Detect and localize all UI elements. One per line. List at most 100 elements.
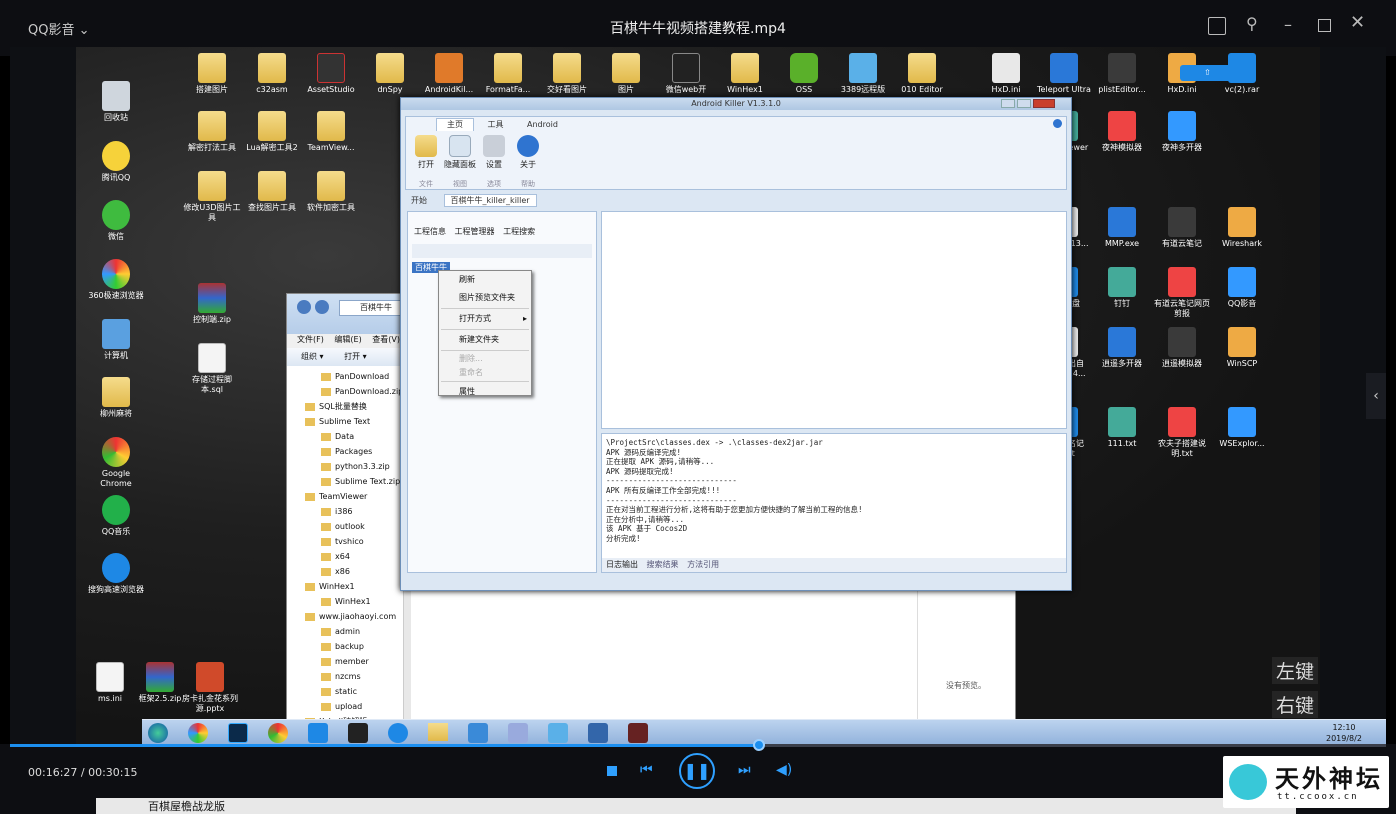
desktop-icon[interactable]: 111.txt [1092,407,1152,449]
pin-icon[interactable]: ⚲ [1246,14,1258,33]
tree-item[interactable]: PanDownload.zip [305,384,403,399]
progress-knob[interactable] [752,739,765,751]
desktop-icon[interactable]: 3389远程版 [833,53,893,95]
desktop-icon[interactable]: OSS [774,53,834,95]
forward-icon[interactable] [315,300,329,314]
taskbar-explorer-icon[interactable] [428,723,448,743]
tab-project-info[interactable]: 工程信息 [414,227,446,236]
log-panel[interactable]: \ProjectSrc\classes.dex -> .\classes-dex… [601,433,1067,573]
desktop-icon[interactable]: WSExplor... [1212,407,1272,449]
tree-item[interactable]: outlook [305,519,403,534]
desktop-icon[interactable]: Lua解密工具2 [242,111,302,153]
taskbar-app-icon[interactable] [508,723,528,743]
ribbon-help-icon[interactable] [1053,119,1062,128]
tab-project-search[interactable]: 工程搜索 [503,227,535,236]
tree-item[interactable]: x86 [305,564,403,579]
tree-item[interactable]: tvshico [305,534,403,549]
desktop-icon[interactable]: 软件加密工具 [301,171,361,213]
tab-start[interactable]: 开始 [411,196,427,205]
desktop-icon[interactable]: TeamView... [301,111,361,153]
previous-icon[interactable]: ⏮ [640,762,653,778]
tree-item[interactable]: i386 [305,504,403,519]
back-icon[interactable] [297,300,311,314]
taskbar-photoshop-icon[interactable] [228,723,248,743]
desktop-icon[interactable]: Google Chrome [86,437,146,489]
settings-button[interactable]: 设置 [478,135,510,170]
side-panel-toggle[interactable]: ‹ [1366,373,1386,419]
menu-edit[interactable]: 编辑(E) [334,335,361,344]
desktop-icon[interactable]: 逍遥模拟器 [1152,327,1212,369]
tree-item[interactable]: www.jiaohaoyi.com [305,609,403,624]
tab-search-results[interactable]: 搜索结果 [647,560,679,569]
desktop-icon[interactable]: c32asm [242,53,302,95]
desktop-icon[interactable]: 搭建图片 [182,53,242,95]
desktop-icon[interactable]: 有道云笔记网页剪报 [1152,267,1212,319]
open-button[interactable]: 打开 ▾ [344,352,367,361]
tree-item[interactable]: x64 [305,549,403,564]
desktop-icon[interactable]: AssetStudio [301,53,361,95]
desktop-icon[interactable]: 微信 [86,200,146,242]
tree-item[interactable]: member [305,654,403,669]
tree-item[interactable]: backup [305,639,403,654]
taskbar-youdao-icon[interactable] [308,723,328,743]
tree-item[interactable]: Sublime Text.zip [305,474,403,489]
hide-panel-button[interactable]: 隐藏面板 [444,135,476,170]
taskbar-game-icon[interactable] [628,723,648,743]
desktop-icon[interactable]: FormatFa... [478,53,538,95]
tree-item[interactable]: SQL批量替换 [305,399,403,414]
desktop-icon[interactable]: 计算机 [86,319,146,361]
taskbar-remote-icon[interactable] [548,723,568,743]
tab-android[interactable]: Android [517,119,568,131]
desktop-icon[interactable]: 逍遥多开器 [1092,327,1152,369]
desktop-icon[interactable]: plistEditor... [1092,53,1152,95]
tree-item[interactable]: Data [305,429,403,444]
ak-maximize-icon[interactable] [1017,99,1031,108]
desktop-icon[interactable]: dnSpy [360,53,420,95]
desktop-icon[interactable]: 房卡扎金花系列源.pptx [180,662,240,714]
organize-button[interactable]: 组织 ▾ [301,352,324,361]
start-button[interactable] [148,723,168,743]
desktop-icon[interactable]: WinHex1 [715,53,775,95]
desktop-icon[interactable]: 存储过程脚本.sql [182,343,242,395]
desktop-icon[interactable]: 有道云笔记 [1152,207,1212,249]
desktop-icon[interactable]: 控制端.zip [182,283,242,325]
tree-item[interactable]: Packages [305,444,403,459]
tab-home[interactable]: 主页 [436,118,474,131]
desktop-icon[interactable]: 010 Editor [892,53,952,95]
taskbar-360-icon[interactable] [188,723,208,743]
ak-close-icon[interactable] [1033,99,1055,108]
tree-item[interactable]: admin [305,624,403,639]
pause-icon[interactable]: ❚❚ [679,753,715,789]
tree-item[interactable]: TeamViewer [305,489,403,504]
folder-tree[interactable]: PanDownload PanDownload.zip SQL批量替换 Sublime… [305,369,403,744]
mini-mode-icon[interactable] [1208,17,1226,35]
desktop-icon[interactable]: Wireshark [1212,207,1272,249]
menu-file[interactable]: 文件(F) [297,335,324,344]
taskbar-nox-icon[interactable] [348,723,368,743]
desktop-icon[interactable]: Teleport Ultra [1034,53,1094,95]
tree-item[interactable]: upload [305,699,403,714]
taskbar-network-icon[interactable] [588,723,608,743]
cloud-upload-badge[interactable]: ⇧ [1180,65,1252,81]
tree-item[interactable]: WinHex1 [305,579,403,594]
desktop-icon[interactable]: WinSCP [1212,327,1272,369]
desktop-icon[interactable]: 腾讯QQ [86,141,146,183]
desktop-icon[interactable]: 柳州麻将 [86,377,146,419]
open-ribbon-button[interactable]: 打开 [410,135,442,170]
menu-new-folder[interactable]: 新建文件夹 [439,331,531,349]
desktop-icon[interactable]: 钉钉 [1092,267,1152,309]
desktop-icon[interactable]: 查找图片工具 [242,171,302,213]
menu-open-with[interactable]: 打开方式 ▸ [439,310,531,328]
desktop-icon[interactable]: 回收站 [86,81,146,123]
taskbar-baidu-icon[interactable] [468,723,488,743]
minimize-icon[interactable]: – [1284,15,1292,34]
desktop-icon[interactable]: QQ影音 [1212,267,1272,309]
context-menu[interactable]: 刷新 图片预览文件夹 打开方式 ▸ 新建文件夹 删除... 重命名 属性 [438,270,532,396]
desktop-icon[interactable]: 图片 [596,53,656,95]
tree-item[interactable]: nzcms [305,669,403,684]
editor-area[interactable] [601,211,1067,429]
video-frame[interactable]: 回收站 腾讯QQ 微信 360极速浏览器 计算机 柳州麻将 Google Chr… [10,47,1386,744]
desktop-icon[interactable]: 修改U3D图片工具 [182,171,242,223]
ak-minimize-icon[interactable] [1001,99,1015,108]
desktop-icon[interactable]: 夜神多开器 [1152,111,1212,153]
